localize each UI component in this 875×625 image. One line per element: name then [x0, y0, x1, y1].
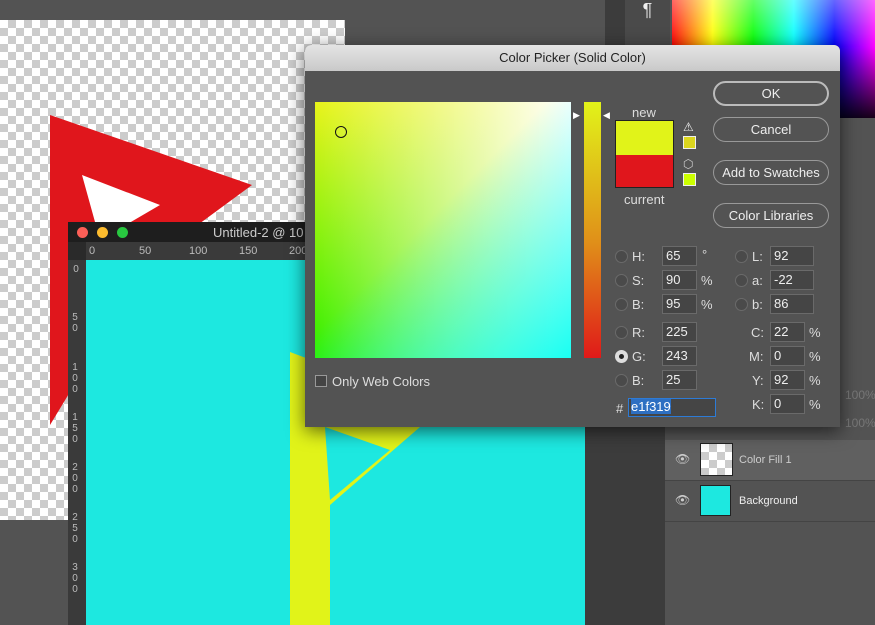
- radio-lab-b[interactable]: [735, 298, 748, 311]
- new-color-swatch: [615, 120, 674, 155]
- brightness-field[interactable]: 95: [662, 294, 697, 314]
- opacity-field[interactable]: 100%: [845, 388, 875, 402]
- only-web-colors-checkbox[interactable]: [315, 375, 327, 387]
- label-brightness: B:: [632, 297, 645, 312]
- hex-value: e1f319: [631, 399, 671, 414]
- radio-s[interactable]: [615, 274, 628, 287]
- g-field[interactable]: 243: [662, 346, 697, 366]
- web-safe-cube-icon: ⬡: [683, 157, 694, 171]
- unit-y: %: [809, 373, 821, 388]
- layer-color-fill[interactable]: 👁 Color Fill 1: [665, 440, 875, 481]
- label-g: G:: [632, 349, 646, 364]
- scrollbar[interactable]: [585, 427, 605, 625]
- unit-k: %: [809, 397, 821, 412]
- only-web-colors-label: Only Web Colors: [332, 374, 431, 389]
- a-field[interactable]: -22: [770, 270, 814, 290]
- label-l: L:: [752, 249, 763, 264]
- radio-a[interactable]: [735, 274, 748, 287]
- cancel-button[interactable]: Cancel: [713, 117, 829, 142]
- gamut-swatch[interactable]: [683, 136, 696, 149]
- color-cursor[interactable]: [335, 126, 347, 138]
- unit-brightness: %: [701, 297, 713, 312]
- radio-blue[interactable]: [615, 374, 628, 387]
- label-m: M:: [749, 349, 764, 364]
- add-to-swatches-button[interactable]: Add to Swatches: [713, 160, 829, 185]
- dialog-title: Color Picker (Solid Color): [305, 45, 840, 71]
- label-s: S:: [632, 273, 645, 288]
- layer-background[interactable]: 👁 Background: [665, 481, 875, 522]
- label-k: K:: [752, 397, 765, 412]
- k-field[interactable]: 0: [770, 394, 805, 414]
- radio-g[interactable]: [615, 350, 628, 363]
- s-field[interactable]: 90: [662, 270, 697, 290]
- color-libraries-button[interactable]: Color Libraries: [713, 203, 829, 228]
- unit-m: %: [809, 349, 821, 364]
- unit-s: %: [701, 273, 713, 288]
- radio-l[interactable]: [735, 250, 748, 263]
- lab-b-field[interactable]: 86: [770, 294, 814, 314]
- l-field[interactable]: 92: [770, 246, 814, 266]
- current-color-swatch[interactable]: [615, 155, 674, 188]
- gamut-warning-icon: ⚠: [683, 120, 694, 134]
- slider-handle-left[interactable]: ▶: [573, 110, 580, 121]
- eye-icon[interactable]: 👁: [675, 493, 690, 507]
- h-field[interactable]: 65: [662, 246, 697, 266]
- y-field[interactable]: 92: [770, 370, 805, 390]
- hex-field[interactable]: e1f319: [628, 398, 716, 417]
- label-blue: B:: [632, 373, 645, 388]
- hash-label: #: [616, 401, 624, 416]
- radio-h[interactable]: [615, 250, 628, 263]
- label-a: a:: [752, 273, 763, 288]
- web-safe-swatch[interactable]: [683, 173, 696, 186]
- layer-name: Background: [739, 495, 798, 507]
- r-field[interactable]: 225: [662, 322, 697, 342]
- unit-c: %: [809, 325, 821, 340]
- radio-r[interactable]: [615, 326, 628, 339]
- eye-icon[interactable]: 👁: [675, 452, 690, 466]
- blue-field[interactable]: 25: [662, 370, 697, 390]
- saturation-brightness-field[interactable]: [315, 102, 571, 358]
- radio-brightness[interactable]: [615, 298, 628, 311]
- slider-handle-right[interactable]: ◀: [603, 110, 610, 121]
- c-field[interactable]: 22: [770, 322, 805, 342]
- label-y: Y:: [752, 373, 764, 388]
- ok-button[interactable]: OK: [713, 81, 829, 106]
- label-h: H:: [632, 249, 645, 264]
- channel-slider[interactable]: [584, 102, 601, 358]
- current-label: current: [624, 192, 665, 207]
- label-c: C:: [751, 325, 764, 340]
- unit-h: °: [702, 247, 708, 262]
- fill-field[interactable]: 100%: [845, 416, 875, 430]
- layer-thumbnail: [700, 443, 733, 476]
- layer-name: Color Fill 1: [739, 454, 792, 466]
- color-picker-dialog: Color Picker (Solid Color) ▶ ◀ new curre…: [305, 45, 840, 427]
- label-lab-b: b:: [752, 297, 763, 312]
- label-r: R:: [632, 325, 645, 340]
- new-label: new: [632, 105, 656, 120]
- m-field[interactable]: 0: [770, 346, 805, 366]
- layer-thumbnail: [700, 485, 731, 516]
